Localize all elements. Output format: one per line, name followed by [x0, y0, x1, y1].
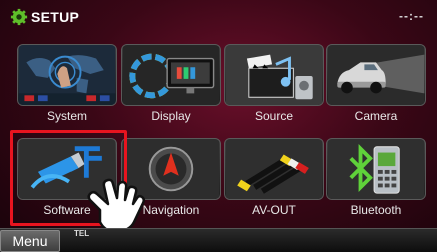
av-out-button[interactable]: AV-OUT [224, 138, 324, 230]
tel-indicator: TEL [74, 229, 90, 238]
system-label: System [46, 109, 87, 123]
av-out-label: AV-OUT [252, 203, 296, 217]
pointing-hand-icon [87, 178, 146, 233]
av-cable-icon [224, 138, 324, 200]
color-ring-monitor-icon [121, 44, 221, 106]
camera-button[interactable]: Camera [326, 44, 426, 136]
bluetooth-button[interactable]: Bluetooth [326, 138, 426, 230]
source-button[interactable]: Source [224, 44, 324, 136]
system-button[interactable]: System [17, 44, 117, 136]
page-title: SETUP [31, 9, 80, 25]
bluetooth-phone-icon [326, 138, 426, 200]
bluetooth-label: Bluetooth [350, 203, 402, 217]
header-bar: SETUP --:-- [0, 0, 437, 34]
clapperboard-music-icon [224, 44, 324, 106]
gear-icon [10, 8, 28, 26]
source-label: Source [254, 109, 294, 123]
display-button[interactable]: Display [121, 44, 221, 136]
camera-label: Camera [354, 109, 398, 123]
setup-screen: SETUP --:-- System Display Source Camera… [0, 0, 437, 252]
menu-button[interactable]: Menu [0, 230, 60, 252]
display-label: Display [151, 109, 191, 123]
clock-display: --:-- [399, 9, 424, 23]
world-map-hand-icon [17, 44, 117, 106]
car-camera-icon [326, 44, 426, 106]
bottom-bar [0, 228, 437, 252]
